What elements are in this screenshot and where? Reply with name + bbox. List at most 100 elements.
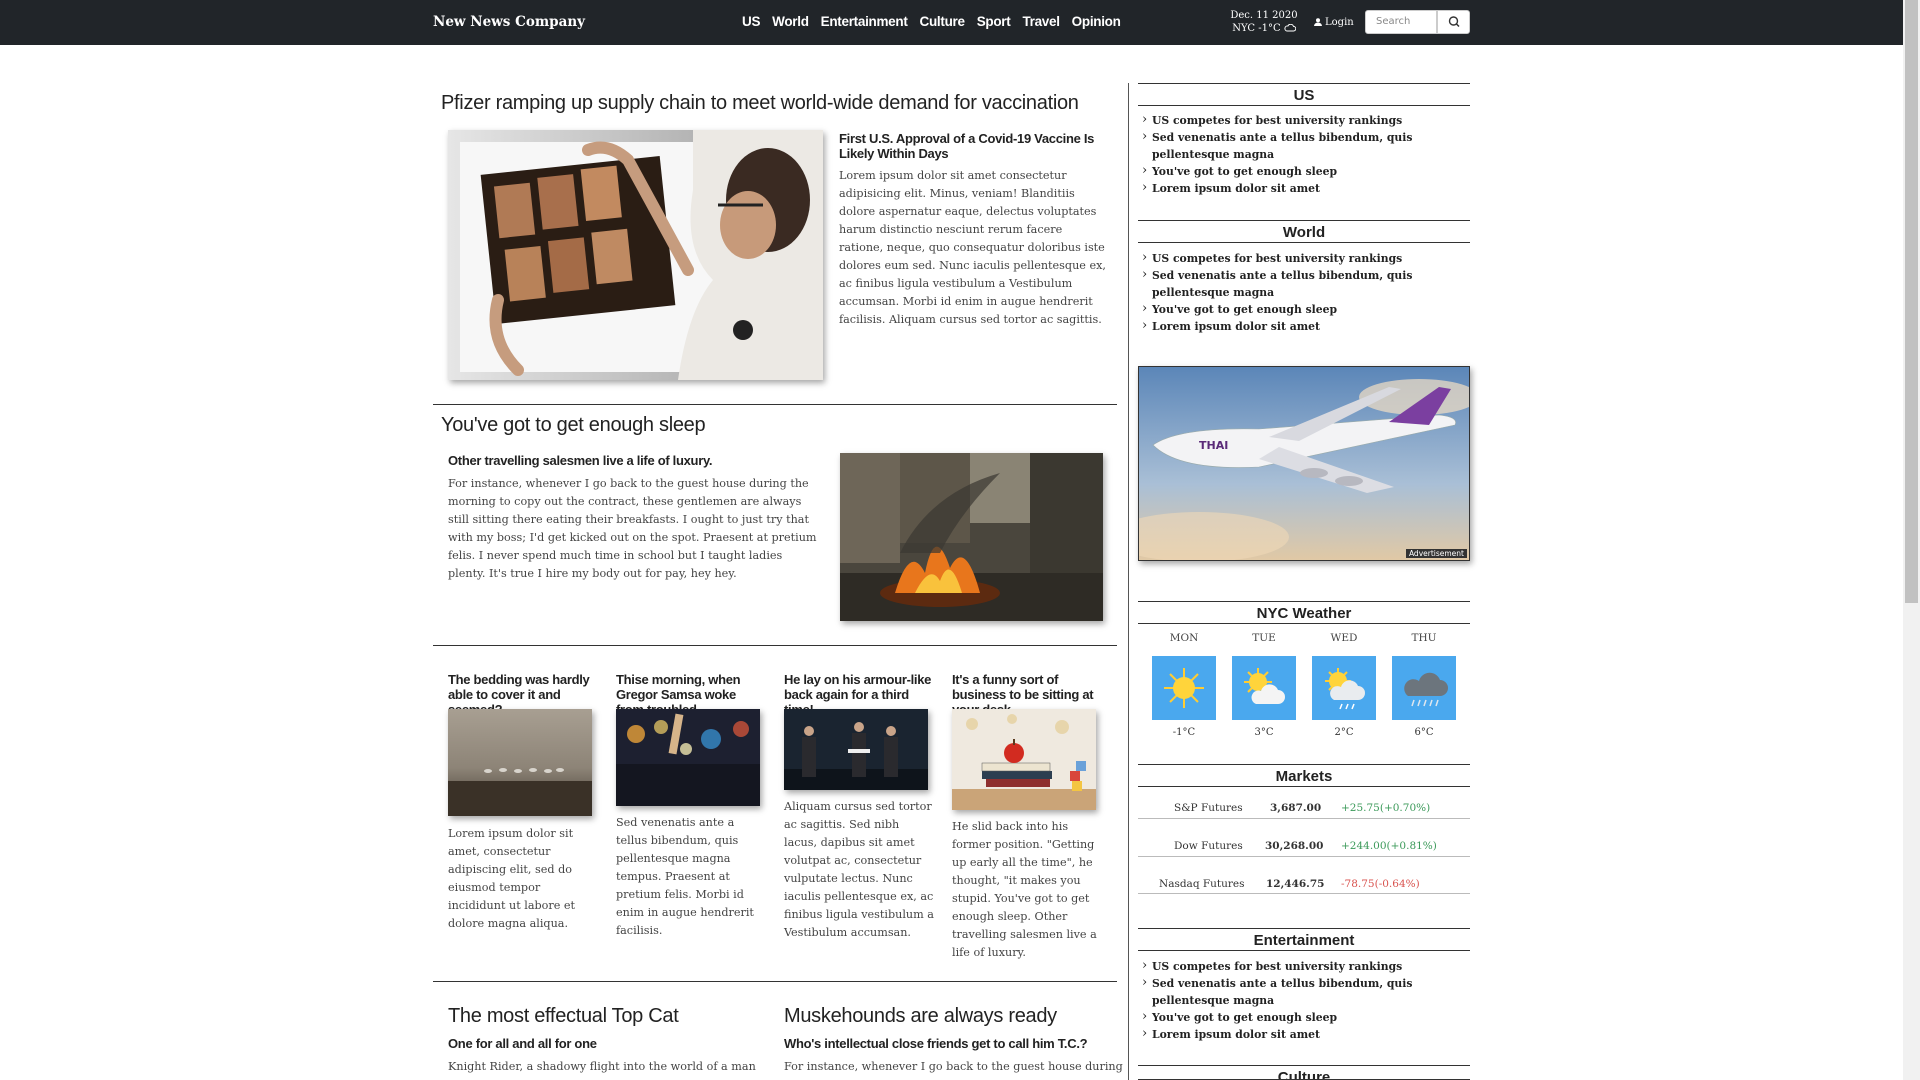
nav-opinion[interactable]: Opinion — [1072, 14, 1121, 29]
nav-us[interactable]: US — [742, 14, 760, 29]
rain-cloud-icon — [1392, 656, 1456, 720]
list-item[interactable]: Sed venenatis ante a tellus bibendum, qu… — [1142, 266, 1472, 301]
street-fire-image — [840, 453, 1103, 621]
nav-travel[interactable]: Travel — [1022, 14, 1060, 29]
feature-headline[interactable]: Pfizer ramping up supply chain to meet w… — [441, 92, 1079, 115]
stage-speakers-image — [784, 709, 928, 790]
weather-day-label: THU — [1411, 632, 1437, 644]
weather-temp: 6°C — [1414, 727, 1434, 738]
weather-day-label: MON — [1169, 632, 1199, 644]
market-value: 3,687.00 — [1270, 802, 1322, 814]
list-item[interactable]: US competes for best university rankings — [1142, 957, 1472, 975]
market-change: +244.00(+0.81%) — [1341, 840, 1437, 852]
nav-world[interactable]: World — [772, 14, 809, 29]
advertisement-banner[interactable]: THAI Advertisement — [1138, 366, 1470, 561]
bottom-2-headline[interactable]: Muskehounds are always ready — [784, 1005, 1057, 1028]
list-item[interactable]: You've got to get enough sleep — [1142, 300, 1472, 318]
market-value: 30,268.00 — [1265, 840, 1324, 852]
current-weather-text: NYC -1°C — [1232, 23, 1281, 34]
search-input[interactable]: Search — [1365, 10, 1437, 34]
bottom-1-headline[interactable]: The most effectual Top Cat — [448, 1005, 679, 1028]
sidebar-us-list: US competes for best university rankings… — [1142, 111, 1472, 197]
section-divider — [433, 981, 1117, 982]
market-value: 12,446.75 — [1266, 878, 1325, 890]
market-row-divider — [1138, 893, 1470, 894]
market-name[interactable]: S&P Futures — [1174, 802, 1243, 814]
second-headline[interactable]: You've got to get enough sleep — [441, 414, 706, 437]
partly-cloudy-icon — [1232, 656, 1296, 720]
sidebar-culture-title[interactable]: Culture — [1138, 1065, 1470, 1080]
weather-temp: 2°C — [1334, 727, 1354, 738]
card-2-body: Sed venenatis ante a tellus bibendum, qu… — [616, 816, 754, 937]
card-1-image[interactable] — [448, 709, 592, 816]
bottom-2-body: For instance, whenever I go back to the … — [784, 1060, 1123, 1073]
market-name[interactable]: Nasdaq Futures — [1159, 878, 1245, 890]
bottom-1-body: Knight Rider, a shadowy flight into the … — [448, 1060, 756, 1073]
feature-image[interactable] — [448, 130, 823, 380]
bottom-2-subhead[interactable]: Who's intellectual close friends get to … — [784, 1036, 1114, 1051]
sidebar-markets-title: Markets — [1138, 764, 1470, 787]
market-change: +25.75(+0.70%) — [1341, 802, 1431, 814]
card-3-body: Aliquam cursus sed tortor ac sagittis. S… — [784, 800, 934, 939]
ad-label: Advertisement — [1405, 549, 1467, 558]
market-change: -78.75(-0.64%) — [1341, 878, 1420, 890]
card-3-image[interactable] — [784, 709, 928, 790]
list-item[interactable]: Lorem ipsum dolor sit amet — [1142, 179, 1472, 197]
feature-subhead[interactable]: First U.S. Approval of a Covid-19 Vaccin… — [839, 131, 1109, 161]
card-1-body: Lorem ipsum dolor sit amet, consectetur … — [448, 827, 576, 930]
page-scrollbar-thumb[interactable] — [1905, 0, 1918, 603]
login-label: Login — [1325, 17, 1354, 28]
cloud-icon — [1284, 23, 1297, 32]
current-date: Dec. 11 2020 — [1230, 10, 1298, 21]
market-row-divider — [1138, 818, 1470, 819]
sidebar-weather-title: NYC Weather — [1138, 601, 1470, 624]
list-item[interactable]: US competes for best university rankings — [1142, 111, 1472, 129]
card-4-image[interactable] — [952, 709, 1096, 810]
user-icon — [1314, 18, 1322, 26]
sidebar-world-list: US competes for best university rankings… — [1142, 249, 1472, 335]
top-navbar: New News Company US World Entertainment … — [0, 0, 1920, 45]
nav-entertainment[interactable]: Entertainment — [821, 14, 908, 29]
market-row-divider — [1138, 856, 1470, 857]
list-item[interactable]: Sed venenatis ante a tellus bibendum, qu… — [1142, 974, 1472, 1009]
night-street-image — [616, 709, 760, 806]
card-4-body: He slid back into his former position. "… — [952, 820, 1097, 959]
nav-culture[interactable]: Culture — [920, 14, 965, 29]
list-item[interactable]: You've got to get enough sleep — [1142, 162, 1472, 180]
weather-day-label: TUE — [1252, 632, 1276, 644]
sidebar-us-title[interactable]: US — [1138, 83, 1470, 106]
apple-books-image — [952, 709, 1096, 810]
xray-doctor-image — [448, 130, 823, 380]
main-nav: US World Entertainment Culture Sport Tra… — [742, 14, 1133, 29]
second-subhead[interactable]: Other travelling salesmen live a life of… — [448, 453, 818, 468]
sidebar-entertainment-list: US competes for best university rankings… — [1142, 957, 1472, 1043]
feature-body: Lorem ipsum dolor sit amet consectetur a… — [839, 169, 1106, 326]
card-2-image[interactable] — [616, 709, 760, 806]
market-name[interactable]: Dow Futures — [1174, 840, 1243, 852]
foggy-field-image — [448, 709, 592, 816]
weather-temp: -1°C — [1172, 727, 1196, 738]
second-image[interactable] — [840, 453, 1103, 621]
date-weather-block: Dec. 11 2020 NYC -1°C — [1228, 9, 1300, 35]
section-divider — [433, 404, 1117, 405]
list-item[interactable]: US competes for best university rankings — [1142, 249, 1472, 267]
section-divider — [433, 645, 1117, 646]
search-icon — [1448, 16, 1460, 28]
weather-temp: 3°C — [1254, 727, 1274, 738]
list-item[interactable]: Lorem ipsum dolor sit amet — [1142, 1025, 1472, 1043]
nav-sport[interactable]: Sport — [977, 14, 1011, 29]
airplane-ad-image: THAI — [1139, 367, 1469, 560]
column-divider — [1128, 83, 1129, 1080]
brand-logo[interactable]: New News Company — [433, 14, 585, 30]
list-item[interactable]: You've got to get enough sleep — [1142, 1008, 1472, 1026]
search-button[interactable] — [1437, 10, 1470, 34]
current-weather: NYC -1°C — [1228, 22, 1300, 35]
bottom-1-subhead[interactable]: One for all and all for one — [448, 1036, 748, 1051]
list-item[interactable]: Lorem ipsum dolor sit amet — [1142, 317, 1472, 335]
list-item[interactable]: Sed venenatis ante a tellus bibendum, qu… — [1142, 128, 1472, 163]
second-body: For instance, whenever I go back to the … — [448, 477, 817, 580]
login-link[interactable]: Login — [1314, 17, 1354, 28]
svg-text:THAI: THAI — [1199, 439, 1228, 452]
sidebar-entertainment-title[interactable]: Entertainment — [1138, 928, 1470, 951]
sidebar-world-title[interactable]: World — [1138, 220, 1470, 243]
